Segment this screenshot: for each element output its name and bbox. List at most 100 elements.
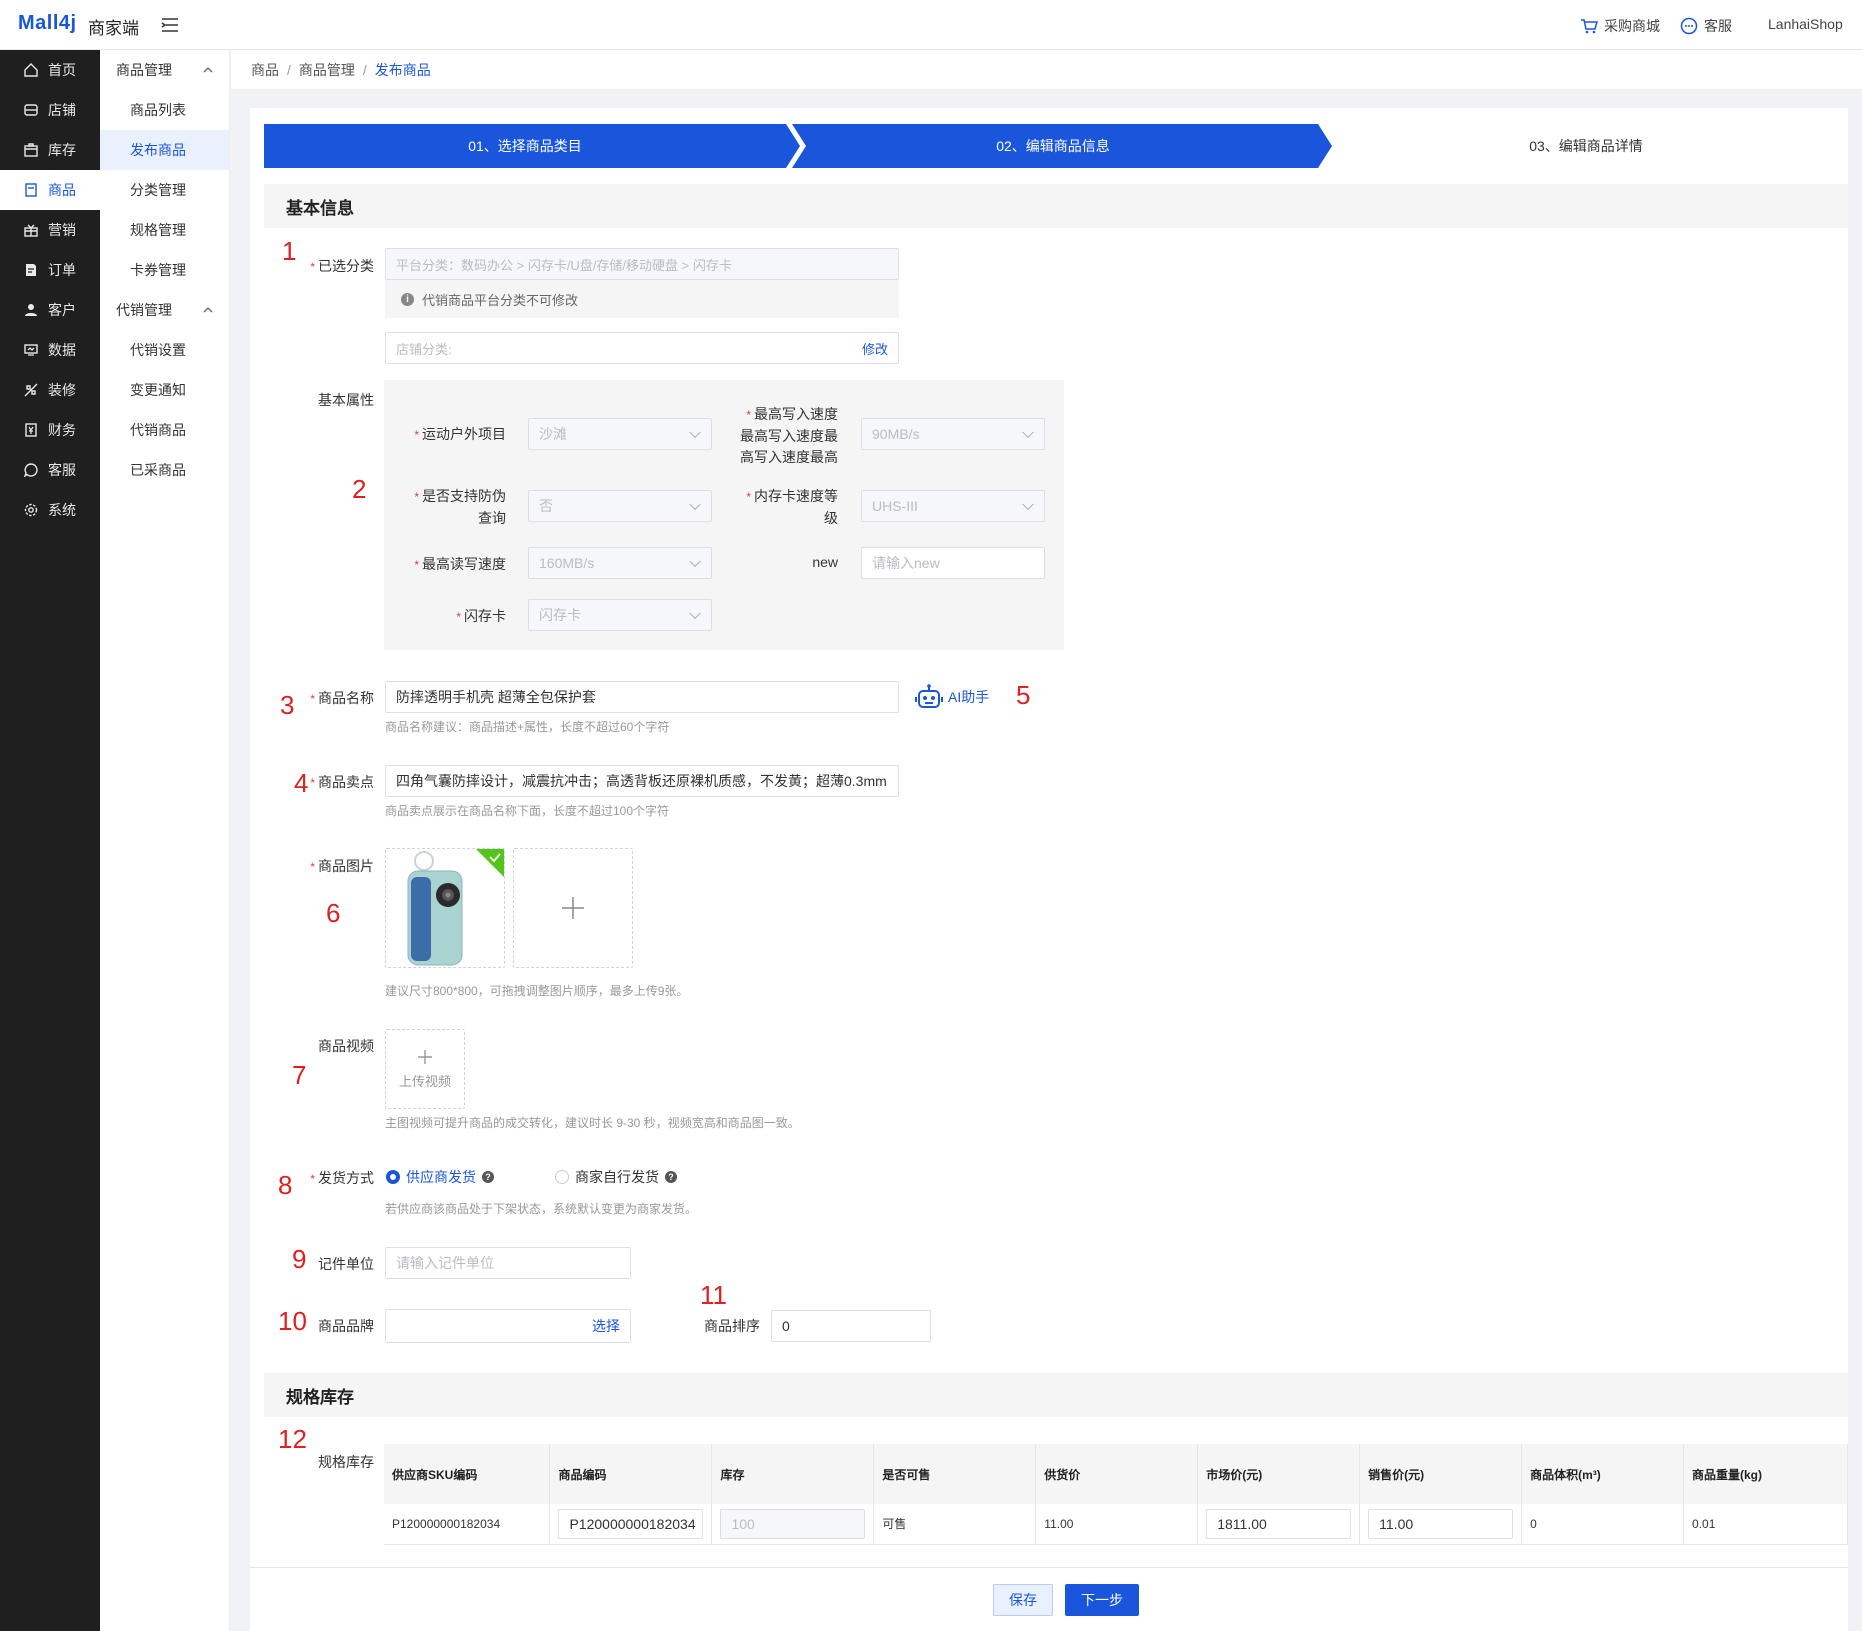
nav-label: 装修 (48, 382, 76, 398)
nav-item-system[interactable]: 系统 (0, 490, 100, 530)
next-step-button[interactable]: 下一步 (1065, 1584, 1139, 1616)
breadcrumb-item[interactable]: 商品管理 (299, 60, 355, 80)
nav-item-store[interactable]: 店铺 (0, 90, 100, 130)
selling-point-input[interactable]: 四角气囊防摔设计，减震抗冲击；高透背板还原裸机质感，不发黄；超薄0.3mm (385, 765, 899, 797)
plus-icon (418, 1049, 432, 1064)
help-icon[interactable]: ? (482, 1171, 494, 1183)
product-image-thumbnail[interactable] (385, 848, 505, 968)
spec-stock-label: 规格库存 (318, 1454, 374, 1470)
step-3: 03、编辑商品详情 (1529, 138, 1643, 154)
shipping-option-merchant[interactable]: 商家自行发货 ? (555, 1167, 677, 1187)
subnav-item-consign-settings[interactable]: 代销设置 (100, 330, 229, 370)
attr-select-write-speed[interactable]: 90MB/s (861, 418, 1045, 450)
subnav-item-spec[interactable]: 规格管理 (100, 210, 229, 250)
sort-input[interactable]: 0 (771, 1310, 931, 1342)
subnav-item-consign-products[interactable]: 代销商品 (100, 410, 229, 450)
customer-service-link[interactable]: 客服 (1680, 16, 1732, 36)
robot-icon (915, 684, 943, 708)
shop-category-placeholder: 店铺分类: (396, 341, 452, 357)
subnav-item-product-list[interactable]: 商品列表 (100, 90, 229, 130)
table-row: P120000000182034 P120000000182034 100 可售… (384, 1504, 1848, 1545)
user-name[interactable]: LanhaiShop (1768, 16, 1843, 32)
subnav-group-consign[interactable]: 代销管理 (100, 290, 229, 330)
attr-input-new[interactable]: 请输入new (861, 547, 1045, 579)
subnav-item-publish-product[interactable]: 发布商品 (100, 130, 229, 170)
nav-item-inventory[interactable]: 库存 (0, 130, 100, 170)
cell-supply-price: 11.00 (1035, 1504, 1199, 1545)
product-video-label: 商品视频 (318, 1038, 374, 1054)
sale-price-input[interactable]: 11.00 (1368, 1508, 1514, 1539)
category-label: * 已选分类 (310, 258, 374, 274)
breadcrumb-item[interactable]: 商品 (251, 60, 279, 80)
sub-sidebar: 商品管理 商品列表 发布商品 分类管理 规格管理 卡券管理 代销管理 代销设置 … (100, 50, 230, 1631)
product-name-input[interactable]: 防摔透明手机壳 超薄全包保护套 (385, 681, 899, 713)
annotation-7: 7 (292, 1060, 307, 1090)
product-icon (25, 183, 37, 197)
shipping-hint: 若供应商该商品处于下架状态，系统默认变更为商家发货。 (385, 1202, 698, 1216)
help-icon[interactable]: ? (665, 1171, 677, 1183)
breadcrumb-separator: / (362, 61, 367, 78)
market-price-input[interactable]: 1811.00 (1206, 1508, 1352, 1539)
section-spec-stock: 规格库存 (264, 1373, 1848, 1417)
product-name-hint: 商品名称建议：商品描述+属性，长度不超过60个字符 (385, 720, 670, 734)
unit-label: 记件单位 (318, 1256, 374, 1272)
save-button[interactable]: 保存 (993, 1584, 1053, 1616)
chat-bubble-icon (1680, 17, 1698, 35)
attr-select-anti-fake[interactable]: 否 (528, 490, 712, 522)
attr-select-card-speed[interactable]: UHS-III (861, 490, 1045, 522)
step-2: 02、编辑商品信息 (996, 138, 1110, 154)
add-image-button[interactable] (513, 848, 633, 968)
chevron-up-icon (203, 307, 213, 313)
attr-label-new: new (812, 554, 838, 570)
basic-attrs-label: 基本属性 (318, 392, 374, 408)
brand-field[interactable]: 选择 (385, 1309, 631, 1343)
subnav-item-category[interactable]: 分类管理 (100, 170, 229, 210)
annotation-2: 2 (352, 474, 367, 504)
shop-category-field[interactable]: 店铺分类: 修改 (385, 332, 899, 364)
customer-service-label: 客服 (1704, 18, 1732, 34)
cell-volume: 0 (1521, 1504, 1685, 1545)
annotation-11: 11 (700, 1280, 727, 1310)
subnav-item-coupon[interactable]: 卡券管理 (100, 250, 229, 290)
attr-select-flash-card[interactable]: 闪存卡 (528, 599, 712, 631)
modify-link[interactable]: 修改 (862, 339, 888, 358)
selling-point-label: * 商品卖点 (310, 774, 374, 790)
nav-item-decorate[interactable]: 装修 (0, 370, 100, 410)
subnav-item-change-notice[interactable]: 变更通知 (100, 370, 229, 410)
unit-input[interactable]: 请输入记件单位 (385, 1247, 631, 1279)
nav-item-product[interactable]: 商品 (0, 170, 100, 210)
category-notice: i 代销商品平台分类不可修改 (385, 280, 899, 318)
attr-label-write-speed: * 最高写入速度 最高写入速度最 高写入速度最高 (740, 406, 838, 465)
upload-video-label: 上传视频 (398, 1073, 451, 1089)
nav-item-data[interactable]: 数据 (0, 330, 100, 370)
nav-item-finance[interactable]: 财务 (0, 410, 100, 450)
cell-sale-price: 11.00 (1359, 1504, 1523, 1545)
subnav-group-product-management[interactable]: 商品管理 (100, 50, 229, 90)
attr-select-outdoor[interactable]: 沙滩 (528, 418, 712, 450)
shipping-option-label: 商家自行发货 (575, 1169, 659, 1185)
purchase-mall-link[interactable]: 采购商城 (1580, 16, 1660, 36)
nav-item-home[interactable]: 首页 (0, 50, 100, 90)
ai-assistant-button[interactable]: AI助手 (914, 682, 989, 712)
step-1: 01、选择商品类目 (468, 138, 582, 154)
nav-label: 订单 (48, 262, 76, 278)
table-header-row: 供应商SKU编码 商品编码 库存 是否可售 供货价 市场价(元) 销售价(元) … (384, 1444, 1848, 1504)
product-code-input[interactable]: P120000000182034 (558, 1508, 704, 1539)
nav-item-service[interactable]: 客服 (0, 450, 100, 490)
store-icon (24, 104, 38, 116)
upload-video-button[interactable]: 上传视频 (385, 1029, 465, 1109)
plus-icon (562, 897, 584, 919)
brand-select-link[interactable]: 选择 (592, 1316, 620, 1336)
menu-toggle-icon[interactable] (160, 15, 180, 35)
nav-item-order[interactable]: 订单 (0, 250, 100, 290)
nav-item-marketing[interactable]: 营销 (0, 210, 100, 250)
subnav-group-label: 代销管理 (116, 302, 172, 318)
shipping-option-supplier[interactable]: 供应商发货 ? (386, 1167, 494, 1187)
subnav-item-purchased-products[interactable]: 已采商品 (100, 450, 229, 490)
annotation-5: 5 (1016, 680, 1031, 710)
cell-product-code: P120000000182034 (549, 1504, 713, 1545)
nav-label: 商品 (48, 182, 76, 198)
ai-assistant-label: AI助手 (948, 689, 990, 705)
nav-item-customer[interactable]: 客户 (0, 290, 100, 330)
attr-select-read-speed[interactable]: 160MB/s (528, 547, 712, 579)
